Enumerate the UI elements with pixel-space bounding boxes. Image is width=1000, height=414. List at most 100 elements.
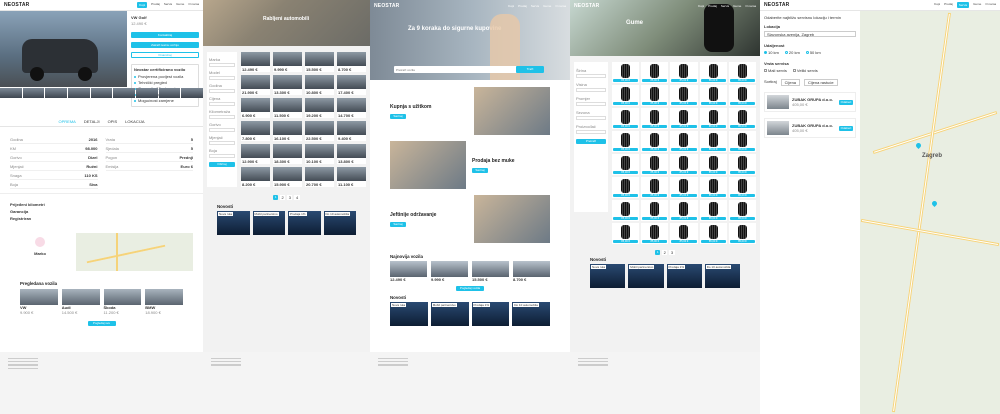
nav-link[interactable]: Gume (733, 4, 741, 8)
recent-car[interactable]: Škoda 11.200 € (103, 289, 142, 315)
price-sort-select[interactable]: Cijena rastuće (804, 79, 838, 86)
filter-input[interactable] (576, 116, 606, 120)
feature-button[interactable]: Saznaj (472, 167, 488, 173)
tire-card[interactable]: 85,00 € (699, 85, 727, 106)
listing-card[interactable]: 20.700 € (305, 167, 334, 187)
distance-option[interactable]: 10 km (764, 50, 779, 55)
filter-input[interactable] (209, 102, 235, 106)
news-card[interactable]: Prodaja 1% (471, 302, 510, 326)
listing-card[interactable]: 22.500 € (305, 121, 334, 141)
listing-card[interactable]: 13.800 € (337, 144, 366, 164)
thumbnail[interactable] (22, 88, 45, 98)
page-link[interactable]: 2 (662, 250, 668, 255)
search-input[interactable] (394, 66, 516, 73)
news-card[interactable]: Do 10 automobila (323, 211, 356, 235)
thumbnail[interactable] (158, 88, 181, 98)
tire-card[interactable]: 85,00 € (699, 200, 727, 221)
page-link[interactable]: 1 (273, 195, 278, 200)
tire-card[interactable]: 85,00 € (612, 85, 640, 106)
page-link[interactable]: 2 (279, 195, 286, 200)
tire-card[interactable]: 85,00 € (670, 200, 698, 221)
thumbnail[interactable] (68, 88, 90, 98)
nav-link[interactable]: O nama (188, 2, 199, 8)
tire-card[interactable]: 85,00 € (699, 154, 727, 175)
tire-card[interactable]: 85,00 € (699, 131, 727, 152)
tire-card[interactable]: 85,00 € (612, 62, 640, 83)
nav-link[interactable]: O nama (745, 4, 756, 8)
listing-card[interactable]: 19.200 € (305, 98, 334, 118)
nav-link[interactable]: Gume (973, 2, 981, 8)
sort-select[interactable]: Cijena (780, 79, 801, 86)
listing-card[interactable]: 11.100 € (337, 167, 366, 187)
filter-input[interactable] (576, 74, 606, 78)
nav-link[interactable]: Kupi (934, 2, 940, 8)
tire-card[interactable]: 85,00 € (699, 108, 727, 129)
finance-button[interactable]: Financiraj (131, 52, 199, 58)
service-select-button[interactable]: Odaberi (839, 99, 853, 105)
nav-link[interactable]: Servis (164, 2, 172, 8)
detail-tab[interactable]: LOKACIJA (125, 119, 144, 124)
filter-input[interactable] (209, 76, 235, 80)
nav-link[interactable]: O nama (985, 2, 996, 8)
recent-button[interactable]: Pogledaj sve (87, 321, 116, 326)
tire-card[interactable]: 85,00 € (641, 85, 669, 106)
filter-input[interactable] (209, 89, 235, 93)
listing-card[interactable]: 16.100 € (273, 121, 302, 141)
tire-card[interactable]: 85,00 € (612, 223, 640, 244)
tire-card[interactable]: 85,00 € (670, 62, 698, 83)
tire-card[interactable]: 85,00 € (612, 177, 640, 198)
tire-card[interactable]: 85,00 € (612, 131, 640, 152)
listing-card[interactable]: 14.700 € (337, 98, 366, 118)
news-card[interactable]: Nova ruta (217, 211, 250, 235)
filter-button[interactable]: Filtriraj (209, 162, 235, 167)
recent-car[interactable]: VW 9.900 € (20, 289, 58, 315)
news-card[interactable]: Mobil partnerstvo (628, 264, 664, 288)
page-link[interactable]: 3 (287, 195, 293, 200)
listing-card[interactable]: 12.490 € (241, 52, 270, 72)
tire-card[interactable]: 85,00 € (728, 62, 756, 83)
popular-button[interactable]: Pogledaj vozila (456, 286, 484, 291)
news-card[interactable]: Mobil partnerstvo (252, 211, 285, 235)
test-drive-button[interactable]: Zatraži testnu vožnju (131, 42, 199, 48)
detail-tab[interactable]: OPREMA (59, 119, 76, 124)
filter-input[interactable] (576, 130, 606, 134)
nav-link[interactable]: Gume (543, 4, 551, 8)
nav-link[interactable]: Servis (956, 2, 970, 8)
nav-link[interactable]: Kupi (137, 2, 148, 8)
listing-card[interactable]: 11.500 € (273, 98, 302, 118)
tire-card[interactable]: 85,00 € (699, 62, 727, 83)
tire-card[interactable]: 85,00 € (699, 223, 727, 244)
popular-car[interactable]: 8.700 € (513, 261, 550, 282)
nav-link[interactable]: Kupi (698, 4, 704, 8)
listing-card[interactable]: 21.900 € (241, 75, 270, 95)
tire-card[interactable]: 85,00 € (670, 177, 698, 198)
distance-option[interactable]: 20 km (784, 50, 800, 55)
listing-card[interactable]: 8.700 € (337, 52, 366, 72)
listing-card[interactable]: 9.990 € (273, 52, 302, 72)
listing-card[interactable]: 8.200 € (241, 167, 270, 187)
location-map[interactable] (76, 233, 193, 271)
service-select-button[interactable]: Odaberi (839, 125, 853, 131)
tire-card[interactable]: 85,00 € (641, 200, 669, 221)
feature-button[interactable]: Saznaj (390, 221, 406, 227)
tire-card[interactable]: 85,00 € (641, 223, 669, 244)
listing-card[interactable]: 7.800 € (241, 121, 270, 141)
tire-card[interactable]: 85,00 € (699, 177, 727, 198)
recent-car[interactable]: Audi 14.500 € (61, 289, 100, 315)
nav-link[interactable]: Prodaj (151, 2, 160, 8)
tire-card[interactable]: 85,00 € (641, 108, 669, 129)
listing-card[interactable]: 6.900 € (241, 98, 270, 118)
nav-link[interactable]: Servis (721, 4, 729, 8)
listing-card[interactable]: 9.400 € (337, 121, 366, 141)
page-link[interactable]: 4 (294, 195, 300, 200)
nav-link[interactable]: Kupi (508, 4, 514, 8)
type-option[interactable]: Mali servis (764, 68, 787, 73)
nav-link[interactable]: Prodaj (518, 4, 527, 8)
tire-card[interactable]: 85,00 € (728, 200, 756, 221)
thumbnail[interactable] (45, 88, 68, 98)
tire-card[interactable]: 85,00 € (728, 131, 756, 152)
tire-card[interactable]: 85,00 € (612, 200, 640, 221)
detail-tab[interactable]: DETALJI (84, 119, 100, 124)
filter-input[interactable] (576, 102, 606, 106)
page-link[interactable]: 3 (669, 250, 675, 255)
